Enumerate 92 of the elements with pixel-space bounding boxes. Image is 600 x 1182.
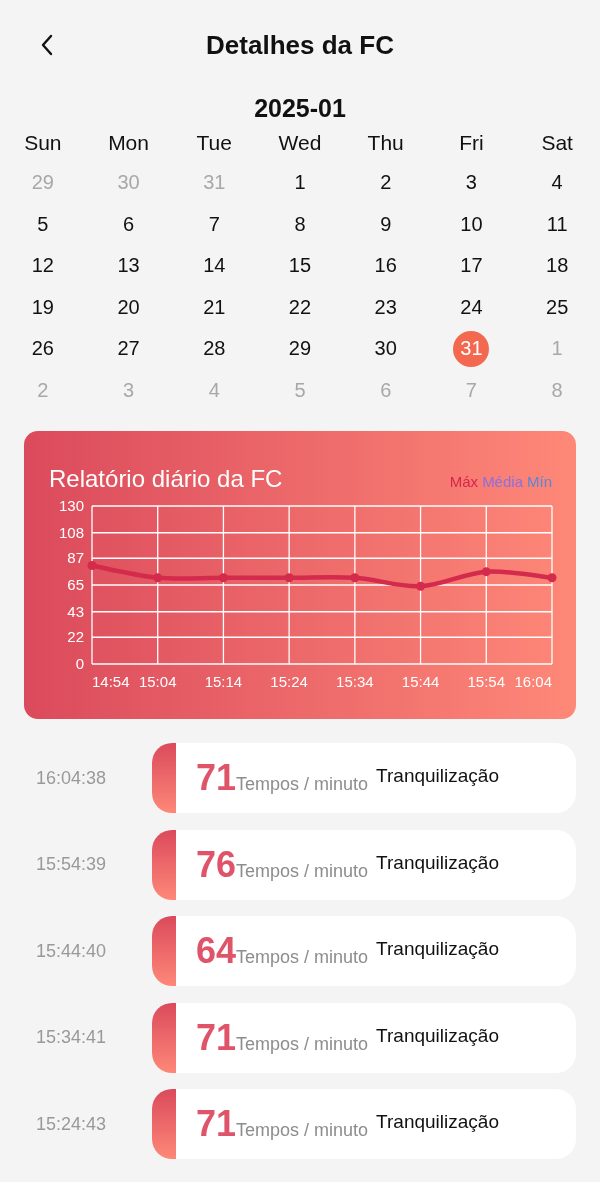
unit-label: Tempos / minuto bbox=[236, 1033, 369, 1055]
calendar-date[interactable]: 15 bbox=[282, 247, 318, 284]
record-time: 15:24:43 bbox=[34, 1113, 108, 1135]
calendar-date[interactable]: 10 bbox=[453, 206, 490, 243]
calendar-date[interactable]: 17 bbox=[453, 247, 490, 284]
y-axis-label: 108 bbox=[58, 523, 84, 541]
calendar-date[interactable]: 18 bbox=[539, 247, 576, 284]
calendar-date[interactable]: 25 bbox=[539, 289, 576, 326]
x-axis-label: 15:44 bbox=[401, 673, 440, 690]
back-icon bbox=[40, 34, 54, 56]
status-label: Tranquilização bbox=[376, 1111, 499, 1133]
x-axis-label: 14:54 bbox=[92, 673, 130, 690]
unit-label: Tempos / minuto bbox=[236, 860, 369, 882]
data-point bbox=[481, 567, 491, 577]
data-point bbox=[218, 573, 228, 583]
y-axis-label: 0 bbox=[75, 655, 84, 672]
calendar-date[interactable]: 9 bbox=[367, 206, 404, 243]
calendar-date[interactable]: 8 bbox=[282, 206, 318, 243]
data-point bbox=[547, 573, 557, 583]
heart-rate-value: 71 bbox=[196, 757, 237, 799]
legend-label: Mín bbox=[527, 473, 552, 490]
calendar-date[interactable]: 14 bbox=[196, 247, 233, 284]
calendar-date[interactable]: 21 bbox=[196, 289, 233, 326]
status-label: Tranquilização bbox=[376, 1024, 499, 1047]
accent-stripe bbox=[152, 829, 176, 900]
y-axis-label: 43 bbox=[67, 602, 84, 620]
calendar-date[interactable]: 13 bbox=[110, 247, 147, 284]
status-label: Tranquilização bbox=[376, 765, 499, 787]
weekday-label: Tue bbox=[195, 130, 233, 156]
record-time: 16:04:38 bbox=[34, 767, 108, 789]
calendar-date[interactable]: 29 bbox=[282, 330, 318, 367]
x-axis-label: 15:34 bbox=[336, 673, 374, 690]
calendar-date[interactable]: 12 bbox=[24, 247, 61, 284]
unit-label: Tempos / minuto bbox=[236, 947, 369, 968]
calendar-date[interactable]: 23 bbox=[367, 289, 404, 326]
data-point bbox=[350, 573, 360, 583]
report-title: Relatório diário da FC bbox=[49, 465, 283, 493]
calendar-date[interactable]: 4 bbox=[539, 164, 576, 201]
calendar-date[interactable]: 16 bbox=[367, 247, 404, 284]
accent-stripe bbox=[152, 916, 176, 986]
accent-stripe bbox=[152, 1002, 176, 1073]
data-point bbox=[87, 561, 97, 571]
y-axis-label: 22 bbox=[67, 628, 84, 646]
calendar-date[interactable]: 24 bbox=[453, 289, 490, 326]
weekday-label: Thu bbox=[366, 130, 405, 156]
month-label: 2025-01 bbox=[253, 94, 347, 124]
weekday-label: Sun bbox=[23, 130, 63, 156]
accent-stripe bbox=[152, 743, 176, 813]
weekday-label: Mon bbox=[107, 130, 150, 156]
accent-stripe bbox=[152, 1089, 176, 1159]
calendar-date[interactable]: 28 bbox=[196, 330, 233, 367]
calendar-date[interactable]: 1 bbox=[282, 164, 318, 201]
data-point bbox=[153, 573, 163, 583]
legend-label: Média bbox=[482, 473, 523, 490]
calendar-date[interactable]: 7 bbox=[196, 206, 233, 243]
calendar-date[interactable]: 11 bbox=[539, 206, 576, 243]
status-label: Tranquilização bbox=[376, 851, 499, 874]
heart-rate-value: 71 bbox=[196, 1103, 237, 1145]
calendar-date[interactable]: 26 bbox=[24, 330, 61, 367]
y-axis-label: 130 bbox=[58, 500, 84, 514]
calendar-date[interactable]: 22 bbox=[282, 289, 318, 326]
legend-label: Máx bbox=[449, 473, 479, 490]
weekday-label: Sat bbox=[540, 130, 574, 156]
x-axis-label: 15:54 bbox=[467, 673, 506, 690]
status-label: Tranquilização bbox=[376, 938, 499, 960]
x-axis-label: 15:14 bbox=[204, 673, 243, 690]
heart-rate-value: 64 bbox=[196, 930, 237, 972]
calendar-date[interactable]: 27 bbox=[110, 330, 147, 367]
calendar-date[interactable]: 19 bbox=[24, 289, 61, 326]
calendar-date[interactable]: 30 bbox=[367, 330, 404, 367]
calendar-date[interactable]: 6 bbox=[110, 206, 147, 243]
calendar-date[interactable]: 3 bbox=[453, 164, 490, 201]
heart-rate-value: 71 bbox=[196, 1016, 237, 1059]
heart-rate-value: 76 bbox=[196, 843, 237, 886]
x-axis-label: 15:04 bbox=[138, 673, 177, 690]
y-axis-label: 87 bbox=[67, 549, 84, 567]
record-time: 15:54:39 bbox=[34, 854, 108, 875]
data-point bbox=[284, 573, 294, 583]
page-title: Detalhes da FC bbox=[206, 29, 394, 61]
unit-label: Tempos / minuto bbox=[236, 1120, 369, 1141]
calendar-date[interactable]: 5 bbox=[24, 206, 61, 243]
weekday-label: Wed bbox=[277, 130, 323, 156]
record-time: 15:44:40 bbox=[34, 940, 108, 962]
calendar-date[interactable]: 2 bbox=[367, 164, 404, 201]
record-time: 15:34:41 bbox=[34, 1027, 108, 1048]
weekday-label: Fri bbox=[458, 130, 485, 156]
unit-label: Tempos / minuto bbox=[236, 774, 369, 795]
x-axis-label: 15:24 bbox=[270, 673, 308, 690]
y-axis-label: 65 bbox=[67, 576, 84, 593]
x-axis-label: 16:04 bbox=[514, 673, 552, 690]
data-point bbox=[416, 581, 426, 591]
calendar-date[interactable]: 20 bbox=[110, 289, 147, 326]
